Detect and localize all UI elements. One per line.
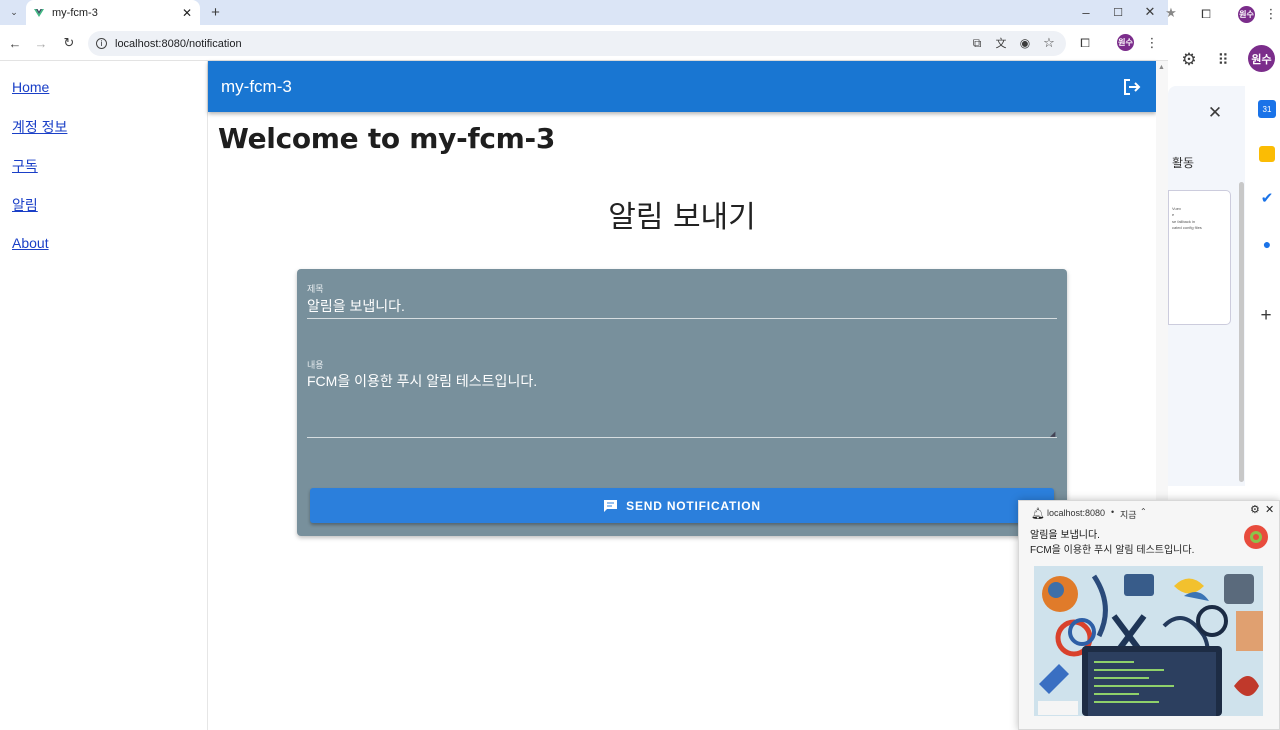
open-in-app-icon[interactable]: ⧉ [968, 35, 986, 51]
add-icon[interactable]: + [1256, 305, 1276, 326]
vue-logo-icon [34, 8, 44, 17]
new-tab-button[interactable]: + [207, 4, 224, 21]
side-panel-preview: Vuex e se fallback in cated config files [1168, 190, 1231, 325]
notification-title: 알림을 보냅니다. [1030, 530, 1100, 541]
activity-label: 활동 [1172, 156, 1195, 170]
account-avatar[interactable]: 원수 [1248, 45, 1275, 72]
resize-handle-icon[interactable]: ◢ [1050, 430, 1055, 438]
expand-icon[interactable]: ⌃ [1140, 507, 1147, 516]
notification-source: localhost:8080 [1047, 508, 1106, 518]
app-bar: my-fcm-3 [208, 61, 1156, 112]
contacts-icon[interactable]: ● [1257, 234, 1277, 254]
browser-tab[interactable]: my-fcm-3 ✕ [26, 0, 200, 25]
tab-title: my-fcm-3 [52, 6, 98, 19]
translate-icon[interactable]: 文 [992, 35, 1010, 51]
keep-icon[interactable] [1259, 146, 1275, 162]
nav-about[interactable]: About [12, 235, 49, 251]
menu-icon[interactable]: ⋮ [1144, 35, 1160, 51]
forward-icon[interactable]: → [32, 34, 50, 52]
menu-icon-2[interactable]: ⋮ [1264, 6, 1278, 22]
send-notification-button[interactable]: SEND NOTIFICATION [310, 488, 1054, 523]
side-scrollbar[interactable] [1239, 182, 1244, 482]
scroll-up-icon[interactable]: ▲ [1158, 64, 1165, 71]
profile-avatar[interactable]: 원수 [1117, 34, 1134, 51]
bookmark-star-icon[interactable]: ☆ [1040, 35, 1058, 51]
notification-dot: • [1111, 507, 1115, 517]
tab-close-icon[interactable]: ✕ [182, 6, 192, 20]
logout-icon[interactable] [1122, 77, 1142, 97]
title-field[interactable]: 알림을 보냅니다. [307, 296, 405, 316]
title-field-label: 제목 [307, 284, 324, 294]
star-icon[interactable]: ★ [1164, 5, 1178, 20]
notification-body: FCM을 이용한 푸시 알림 테스트입니다. [1030, 545, 1195, 556]
window-close-icon[interactable]: ✕ [1140, 2, 1160, 22]
calendar-icon[interactable]: 31 [1258, 100, 1276, 118]
apps-grid-icon[interactable]: ⠿ [1213, 50, 1233, 70]
extensions-icon-2[interactable]: ⧠ [1198, 6, 1214, 22]
reload-icon[interactable]: ↻ [60, 34, 78, 52]
notification-image [1034, 566, 1263, 716]
back-icon[interactable]: ← [6, 34, 24, 52]
body-textarea[interactable]: FCM을 이용한 푸시 알림 테스트입니다. [307, 371, 537, 391]
settings-gear-icon[interactable]: ⚙ [1179, 50, 1199, 70]
minimize-icon[interactable]: – [1076, 2, 1096, 22]
notification-settings-icon[interactable]: ⚙ [1250, 503, 1260, 516]
message-icon [604, 499, 618, 512]
body-field-label: 내용 [307, 360, 324, 370]
nav-account[interactable]: 계정 정보 [12, 117, 67, 137]
profile-avatar-2[interactable]: 원수 [1238, 6, 1255, 23]
side-panel-close-icon[interactable]: ✕ [1205, 103, 1225, 123]
nav-subscribe[interactable]: 구독 [12, 156, 38, 176]
url-text: localhost:8080/notification [115, 37, 242, 50]
maximize-icon[interactable]: ☐ [1108, 2, 1128, 22]
body-field-underline [307, 437, 1057, 438]
nav-home[interactable]: Home [12, 79, 49, 95]
app-title: my-fcm-3 [221, 76, 292, 96]
site-info-icon[interactable]: i [96, 38, 107, 49]
notification-close-icon[interactable]: ✕ [1265, 503, 1274, 516]
notification-time: 지금 [1120, 510, 1137, 520]
address-bar[interactable]: i localhost:8080/notification [88, 31, 1066, 56]
welcome-heading: Welcome to my-fcm-3 [218, 122, 555, 155]
preview-line: cated config files [1172, 225, 1202, 231]
bell-icon: 🔔︎ [1031, 508, 1045, 520]
tab-search-icon[interactable]: ⌄ [6, 4, 22, 20]
tasks-icon[interactable]: ✔ [1257, 188, 1277, 208]
title-field-underline [307, 318, 1057, 319]
eye-icon[interactable]: ◉ [1016, 35, 1034, 51]
nav-notification[interactable]: 알림 [12, 195, 38, 215]
app-badge-icon [1244, 525, 1268, 549]
extensions-icon[interactable]: ⧠ [1076, 35, 1094, 51]
send-button-label: SEND NOTIFICATION [626, 498, 761, 513]
form-title: 알림 보내기 [608, 200, 756, 235]
